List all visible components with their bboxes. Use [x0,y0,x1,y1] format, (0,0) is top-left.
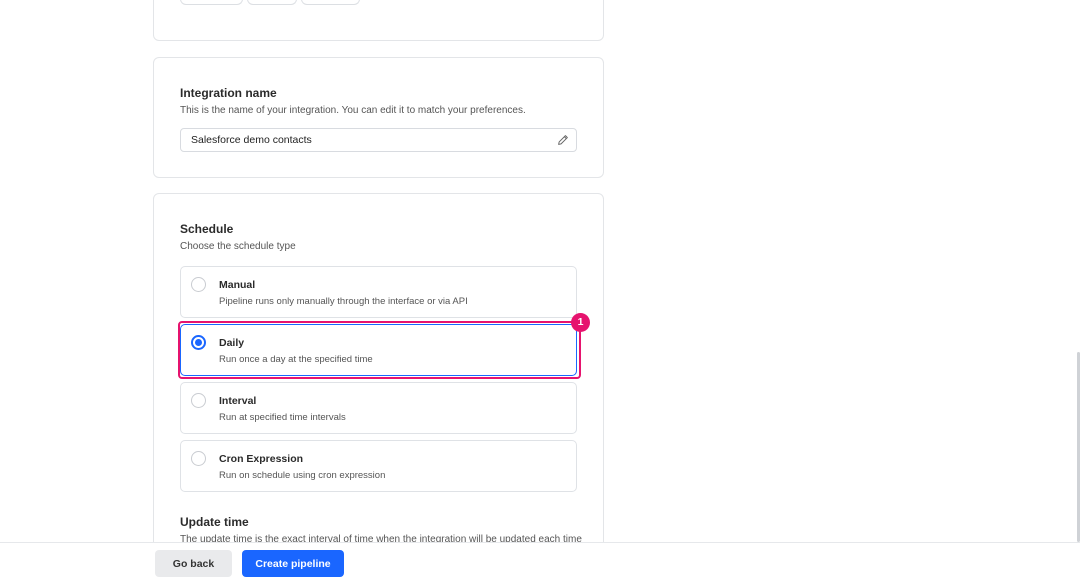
radio-button[interactable] [191,451,206,466]
scroll-area[interactable]: Integration name This is the name of you… [0,0,1080,542]
option-description: Pipeline runs only manually through the … [219,296,468,307]
integration-name-input[interactable] [181,129,551,151]
schedule-title: Schedule [180,222,234,236]
option-label: Daily [219,337,245,349]
pencil-icon[interactable] [556,133,570,147]
create-pipeline-button[interactable]: Create pipeline [242,550,344,577]
option-label: Interval [219,395,257,407]
previous-section-card [153,0,604,41]
option-label: Cron Expression [219,453,304,465]
option-description: Run on schedule using cron expression [219,470,386,481]
option-label: Manual [219,279,256,291]
previous-section-option[interactable] [301,0,360,5]
radio-button[interactable] [191,277,206,292]
schedule-option-daily[interactable]: Daily Run once a day at the specified ti… [180,324,577,376]
update-time-title: Update time [180,515,249,529]
integration-name-card: Integration name This is the name of you… [153,57,604,178]
update-time-description: The update time is the exact interval of… [180,534,582,542]
previous-section-option[interactable] [180,0,243,5]
integration-name-description: This is the name of your integration. Yo… [180,105,526,116]
option-description: Run once a day at the specified time [219,354,373,365]
schedule-option-manual[interactable]: Manual Pipeline runs only manually throu… [180,266,577,318]
annotation-marker: 1 [571,313,590,332]
footer-bar: Go back Create pipeline [0,542,1080,583]
radio-button[interactable] [191,393,206,408]
schedule-card: Schedule Choose the schedule type Manual… [153,193,604,542]
go-back-button[interactable]: Go back [155,550,232,577]
integration-name-title: Integration name [180,86,277,100]
schedule-option-cron[interactable]: Cron Expression Run on schedule using cr… [180,440,577,492]
radio-button-checked[interactable] [191,335,206,350]
integration-name-field[interactable] [180,128,577,152]
previous-section-option[interactable] [247,0,297,5]
option-description: Run at specified time intervals [219,412,346,423]
schedule-description: Choose the schedule type [180,241,296,252]
schedule-option-interval[interactable]: Interval Run at specified time intervals [180,382,577,434]
